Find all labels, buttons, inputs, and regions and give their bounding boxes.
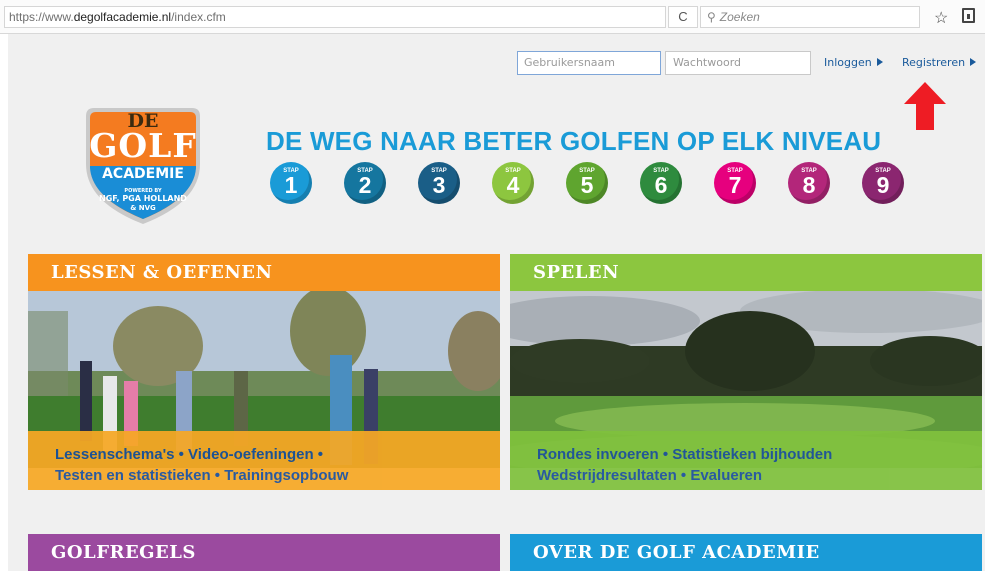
golf-academie-logo[interactable]: DE GOLF ACADEMIE POWERED BY NGF, PGA HOL… bbox=[82, 104, 204, 226]
tile-spelen-line-1[interactable]: Rondes invoeren • Statistieken bijhouden bbox=[537, 444, 982, 465]
step-6-button[interactable]: STAP 6 bbox=[640, 162, 682, 204]
steps-row: STAP 1 STAP 2 STAP 3 STAP 4 STAP 5 STAP 6 STAP… bbox=[270, 162, 910, 206]
username-input[interactable]: Gebruikersnaam bbox=[517, 51, 661, 75]
step-7-button[interactable]: STAP 7 bbox=[714, 162, 756, 204]
tile-lessen-links: Lessenschema's • Video-oefeningen • Test… bbox=[28, 431, 500, 490]
tile-spelen-title: SPELEN bbox=[510, 254, 982, 291]
play-arrow-icon bbox=[876, 58, 883, 66]
tile-lessen-oefenen[interactable]: LESSEN & OEFENEN Lessenschema's • Video-… bbox=[28, 254, 500, 527]
tile-over-academie[interactable]: OVER DE GOLF ACADEMIE bbox=[510, 534, 982, 571]
address-bar[interactable]: https://www.degolfacademie.nl/index.cfm bbox=[4, 6, 666, 28]
reading-list-icon[interactable] bbox=[962, 8, 975, 23]
tile-lessen-line-1[interactable]: Lessenschema's • Video-oefeningen • bbox=[55, 444, 500, 465]
page: Gebruikersnaam Wachtwoord Inloggen Regis… bbox=[8, 34, 985, 571]
url-prefix: https://www. bbox=[9, 10, 74, 24]
step-3-button[interactable]: STAP 3 bbox=[418, 162, 460, 204]
browser-search-input[interactable]: ⚲ Zoeken bbox=[700, 6, 920, 28]
login-label: Inloggen bbox=[824, 56, 872, 69]
step-2-button[interactable]: STAP 2 bbox=[344, 162, 386, 204]
step-1-button[interactable]: STAP 1 bbox=[270, 162, 312, 204]
logo-text-partners: NGF, PGA HOLLAND bbox=[99, 194, 187, 203]
tile-lessen-title: LESSEN & OEFENEN bbox=[28, 254, 500, 291]
step-4-button[interactable]: STAP 4 bbox=[492, 162, 534, 204]
page-tagline: DE WEG NAAR BETER GOLFEN OP ELK NIVEAU bbox=[266, 126, 882, 156]
bookmark-star-icon[interactable]: ☆ bbox=[934, 8, 948, 28]
tile-spelen-links: Rondes invoeren • Statistieken bijhouden… bbox=[510, 431, 982, 490]
password-placeholder: Wachtwoord bbox=[673, 56, 742, 69]
step-8-button[interactable]: STAP 8 bbox=[788, 162, 830, 204]
tile-spelen-line-2[interactable]: Wedstrijdresultaten • Evalueren bbox=[537, 465, 982, 486]
tile-golfregels[interactable]: GOLFREGELS bbox=[28, 534, 500, 571]
logo-text-golf: GOLF bbox=[89, 126, 197, 165]
step-9-button[interactable]: STAP 9 bbox=[862, 162, 904, 204]
register-link[interactable]: Registreren bbox=[902, 56, 977, 69]
logo-text-nvg: & NVG bbox=[130, 204, 156, 212]
reload-icon[interactable]: C bbox=[668, 6, 698, 28]
tile-golfregels-title: GOLFREGELS bbox=[28, 534, 500, 571]
tile-over-title: OVER DE GOLF ACADEMIE bbox=[510, 534, 982, 571]
logo-text-academie: ACADEMIE bbox=[102, 166, 184, 182]
tile-lessen-line-2[interactable]: Testen en statistieken • Trainingsopbouw bbox=[55, 465, 500, 486]
login-link[interactable]: Inloggen bbox=[824, 56, 883, 69]
url-host: degolfacademie.nl bbox=[73, 10, 172, 24]
url-path: /index.cfm bbox=[171, 10, 226, 24]
browser-search-placeholder: Zoeken bbox=[719, 10, 760, 24]
username-placeholder: Gebruikersnaam bbox=[524, 56, 615, 69]
search-icon: ⚲ bbox=[707, 10, 716, 24]
register-label: Registreren bbox=[902, 56, 966, 69]
red-arrow-icon bbox=[904, 82, 946, 130]
password-input[interactable]: Wachtwoord bbox=[665, 51, 811, 75]
browser-toolbar: https://www.degolfacademie.nl/index.cfm … bbox=[0, 0, 985, 34]
play-arrow-icon bbox=[970, 58, 977, 66]
step-5-button[interactable]: STAP 5 bbox=[566, 162, 608, 204]
tile-spelen[interactable]: SPELEN Rondes invoeren • Statistieken bi… bbox=[510, 254, 982, 527]
